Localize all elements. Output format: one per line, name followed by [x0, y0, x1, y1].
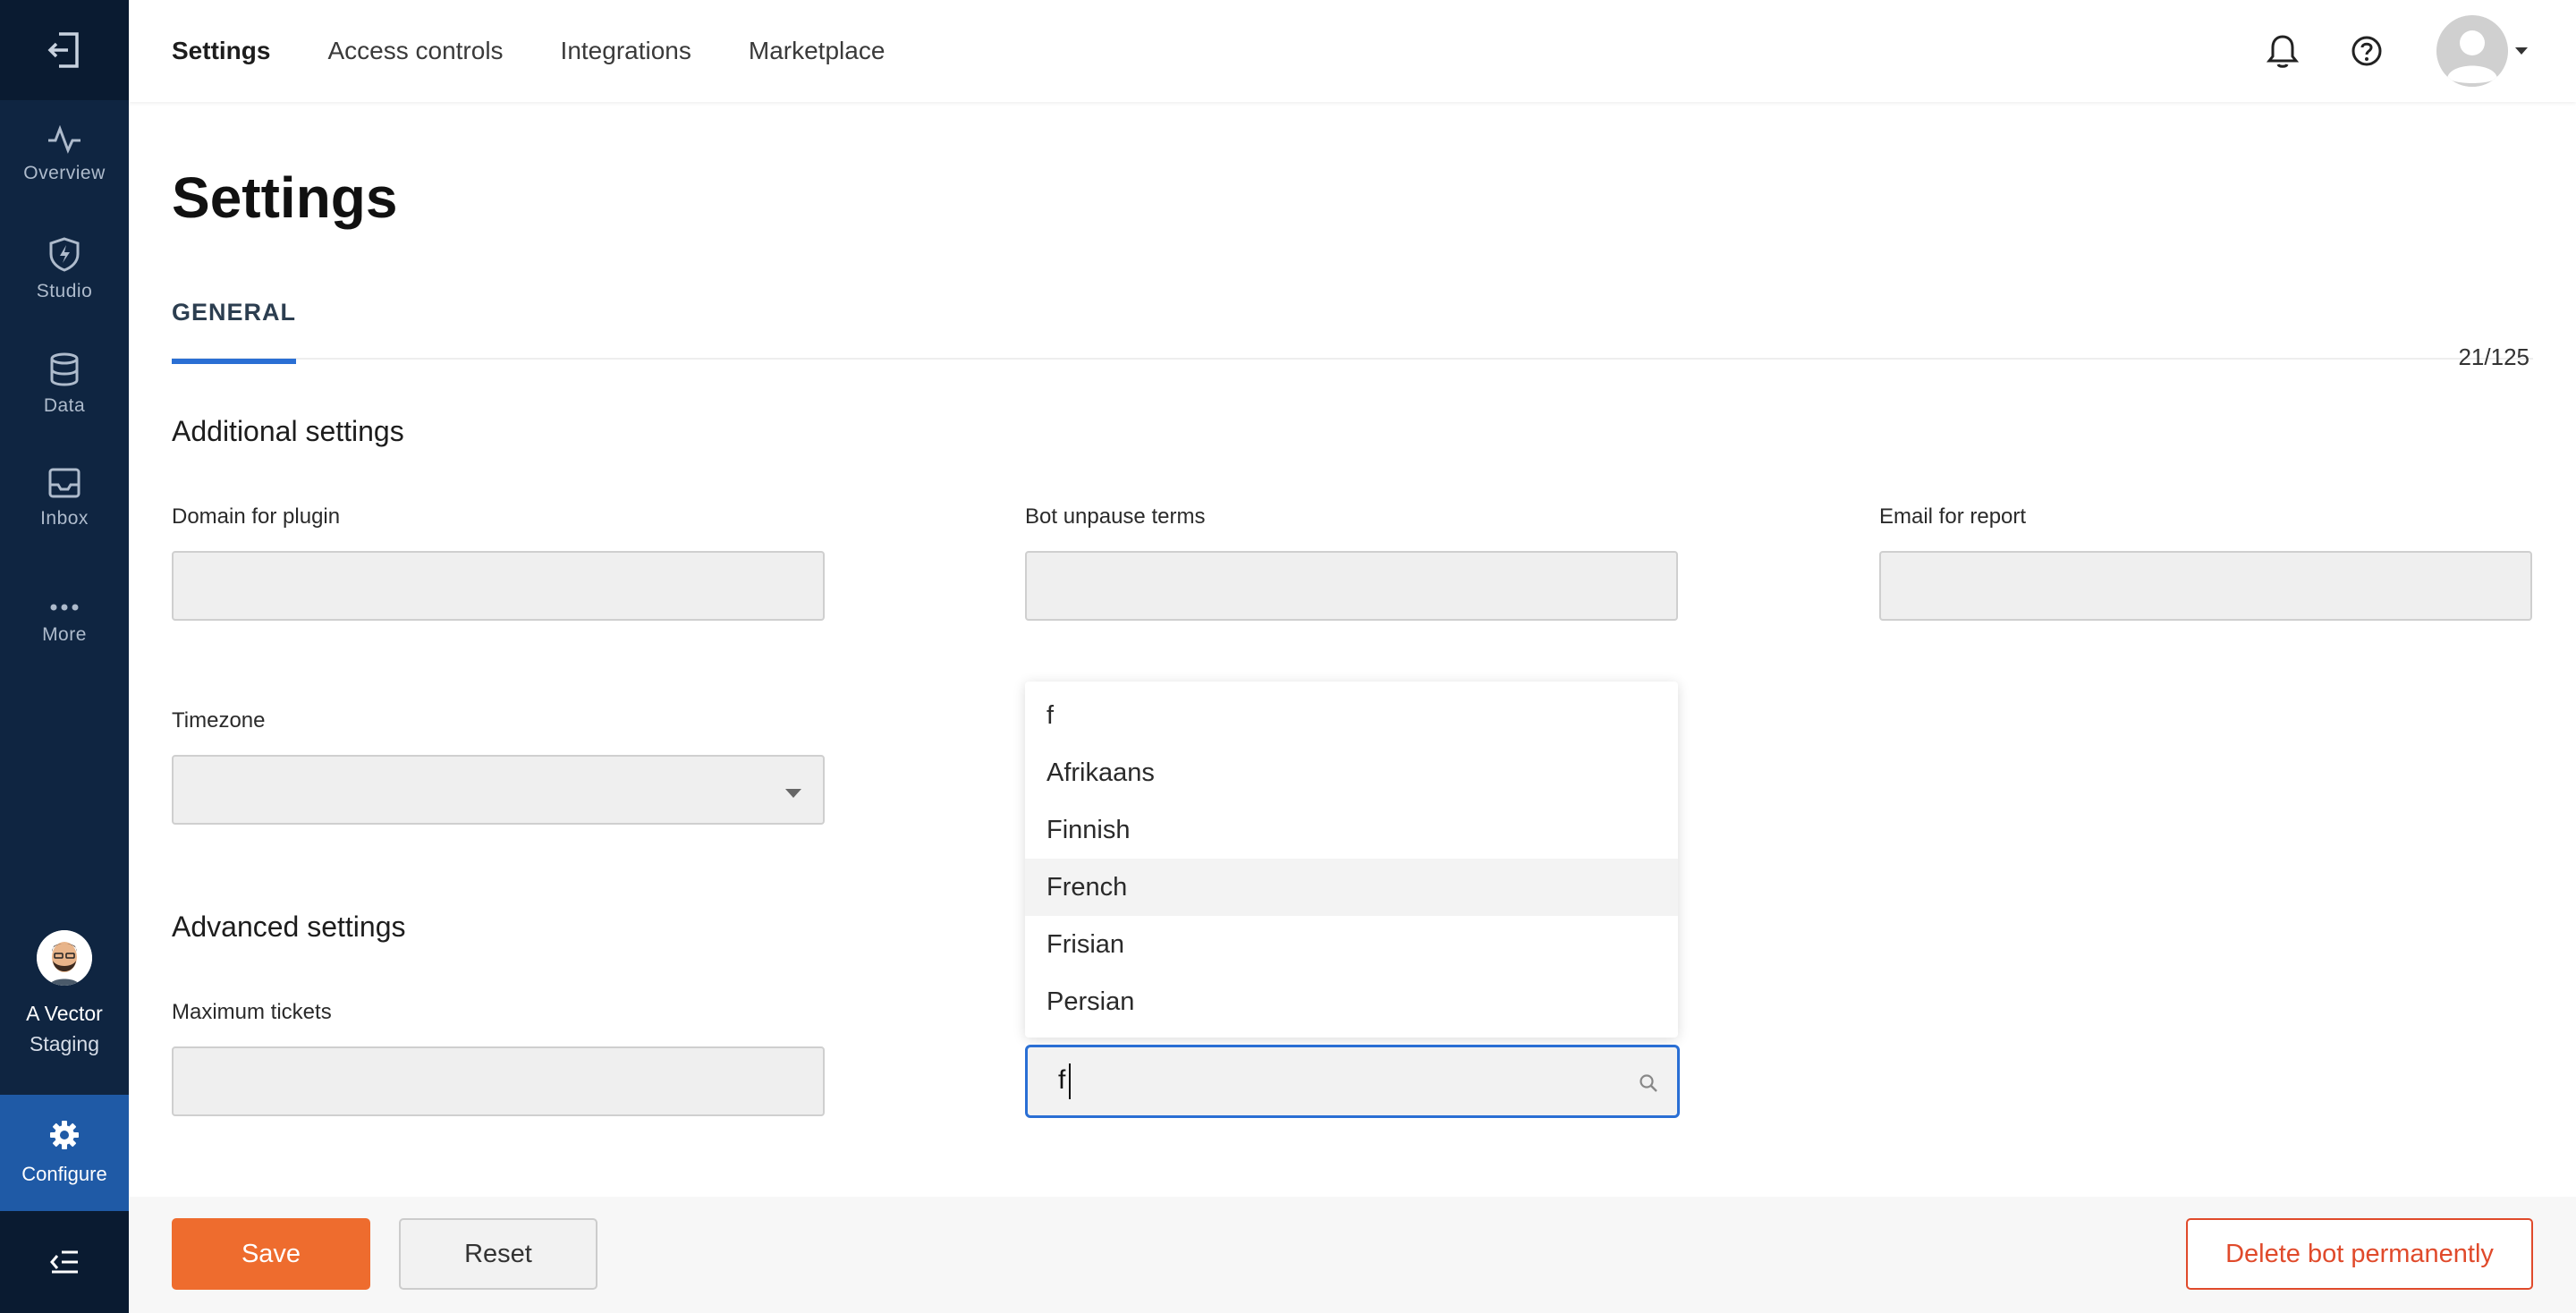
- bot-profile[interactable]: A Vector Staging: [0, 930, 129, 1091]
- max-tickets-input[interactable]: [172, 1046, 825, 1116]
- search-input-value: f: [1058, 1065, 1066, 1095]
- user-avatar-icon: [2436, 15, 2508, 87]
- sidebar-item-label: Studio: [36, 281, 93, 301]
- sidebar-item-overview[interactable]: Overview: [0, 125, 129, 224]
- domain-input[interactable]: [172, 551, 825, 621]
- text-cursor: [1069, 1063, 1071, 1099]
- avatar: [2436, 15, 2508, 87]
- top-navigation: Settings Access controls Integrations Ma…: [129, 0, 2576, 102]
- dropdown-option-highlighted[interactable]: French: [1025, 859, 1678, 916]
- search-icon: [1640, 1074, 1657, 1092]
- user-menu[interactable]: [2436, 15, 2528, 87]
- sidebar-item-studio[interactable]: Studio: [0, 236, 129, 335]
- dropdown-option[interactable]: Frisian: [1025, 916, 1678, 973]
- delete-bot-button[interactable]: Delete bot permanently: [2186, 1218, 2533, 1290]
- character-counter: 21/125: [2458, 343, 2529, 370]
- exit-button[interactable]: [0, 0, 129, 100]
- max-tickets-label: Maximum tickets: [172, 1000, 332, 1024]
- exit-icon: [47, 32, 79, 68]
- dropdown-arrow-icon: [785, 789, 801, 798]
- sidebar-item-inbox[interactable]: Inbox: [0, 467, 129, 565]
- reset-button[interactable]: Reset: [399, 1218, 597, 1290]
- avatar: [37, 930, 92, 986]
- tab-access-controls[interactable]: Access controls: [327, 37, 503, 65]
- dropdown-option[interactable]: f: [1025, 687, 1678, 744]
- sidebar-item-data[interactable]: Data: [0, 352, 129, 451]
- unpause-terms-label: Bot unpause terms: [1025, 504, 1206, 529]
- tab-marketplace[interactable]: Marketplace: [749, 37, 886, 65]
- save-button[interactable]: Save: [172, 1218, 370, 1290]
- dropdown-option[interactable]: Finnish: [1025, 801, 1678, 859]
- sidebar-item-label: Configure: [21, 1163, 107, 1185]
- advanced-settings-title: Advanced settings: [172, 911, 406, 943]
- sidebar-item-configure[interactable]: Configure: [0, 1095, 129, 1211]
- tab-integrations[interactable]: Integrations: [561, 37, 691, 65]
- bot-environment: Staging: [29, 1032, 99, 1055]
- sidebar-item-label: Data: [43, 395, 86, 416]
- language-search-input[interactable]: f: [1025, 1045, 1680, 1118]
- gear-icon: [50, 1121, 79, 1149]
- help-button[interactable]: [2345, 30, 2388, 72]
- ellipsis-icon: [50, 604, 79, 611]
- shield-bolt-icon: [49, 237, 80, 272]
- collapse-sidebar-button[interactable]: [0, 1211, 129, 1313]
- chevron-down-icon: [2515, 47, 2528, 55]
- sidebar-item-label: More: [42, 624, 87, 645]
- email-report-label: Email for report: [1879, 504, 2027, 529]
- bot-avatar-icon: [37, 930, 92, 986]
- timezone-select[interactable]: [172, 755, 825, 825]
- dropdown-option[interactable]: Afrikaans: [1025, 744, 1678, 801]
- timezone-label: Timezone: [172, 708, 266, 733]
- page-title: Settings: [172, 165, 398, 230]
- activity-icon: [48, 125, 80, 154]
- dropdown-option[interactable]: Persian: [1025, 973, 1678, 1030]
- inbox-icon: [48, 468, 80, 498]
- action-footer: Save Reset Delete bot permanently: [129, 1197, 2576, 1313]
- settings-tabs: GENERAL: [172, 290, 2533, 364]
- bot-name: A Vector: [26, 1002, 103, 1025]
- email-report-input[interactable]: [1879, 551, 2532, 621]
- tab-general[interactable]: GENERAL: [172, 299, 297, 364]
- bell-icon: [2267, 35, 2299, 68]
- sidebar: Overview Studio Data Inbox More A Vector…: [0, 0, 129, 1313]
- sidebar-item-more[interactable]: More: [0, 599, 129, 698]
- database-icon: [50, 352, 79, 386]
- domain-label: Domain for plugin: [172, 504, 341, 529]
- sidebar-item-label: Overview: [23, 163, 106, 183]
- unpause-terms-input[interactable]: [1025, 551, 1678, 621]
- sidebar-item-label: Inbox: [40, 508, 89, 529]
- language-dropdown-list: f Afrikaans Finnish French Frisian Persi…: [1025, 682, 1678, 1038]
- help-icon: [2351, 36, 2382, 66]
- notifications-button[interactable]: [2261, 30, 2304, 72]
- collapse-menu-icon: [50, 1250, 78, 1274]
- additional-settings-title: Additional settings: [172, 415, 404, 447]
- tab-settings[interactable]: Settings: [172, 37, 270, 65]
